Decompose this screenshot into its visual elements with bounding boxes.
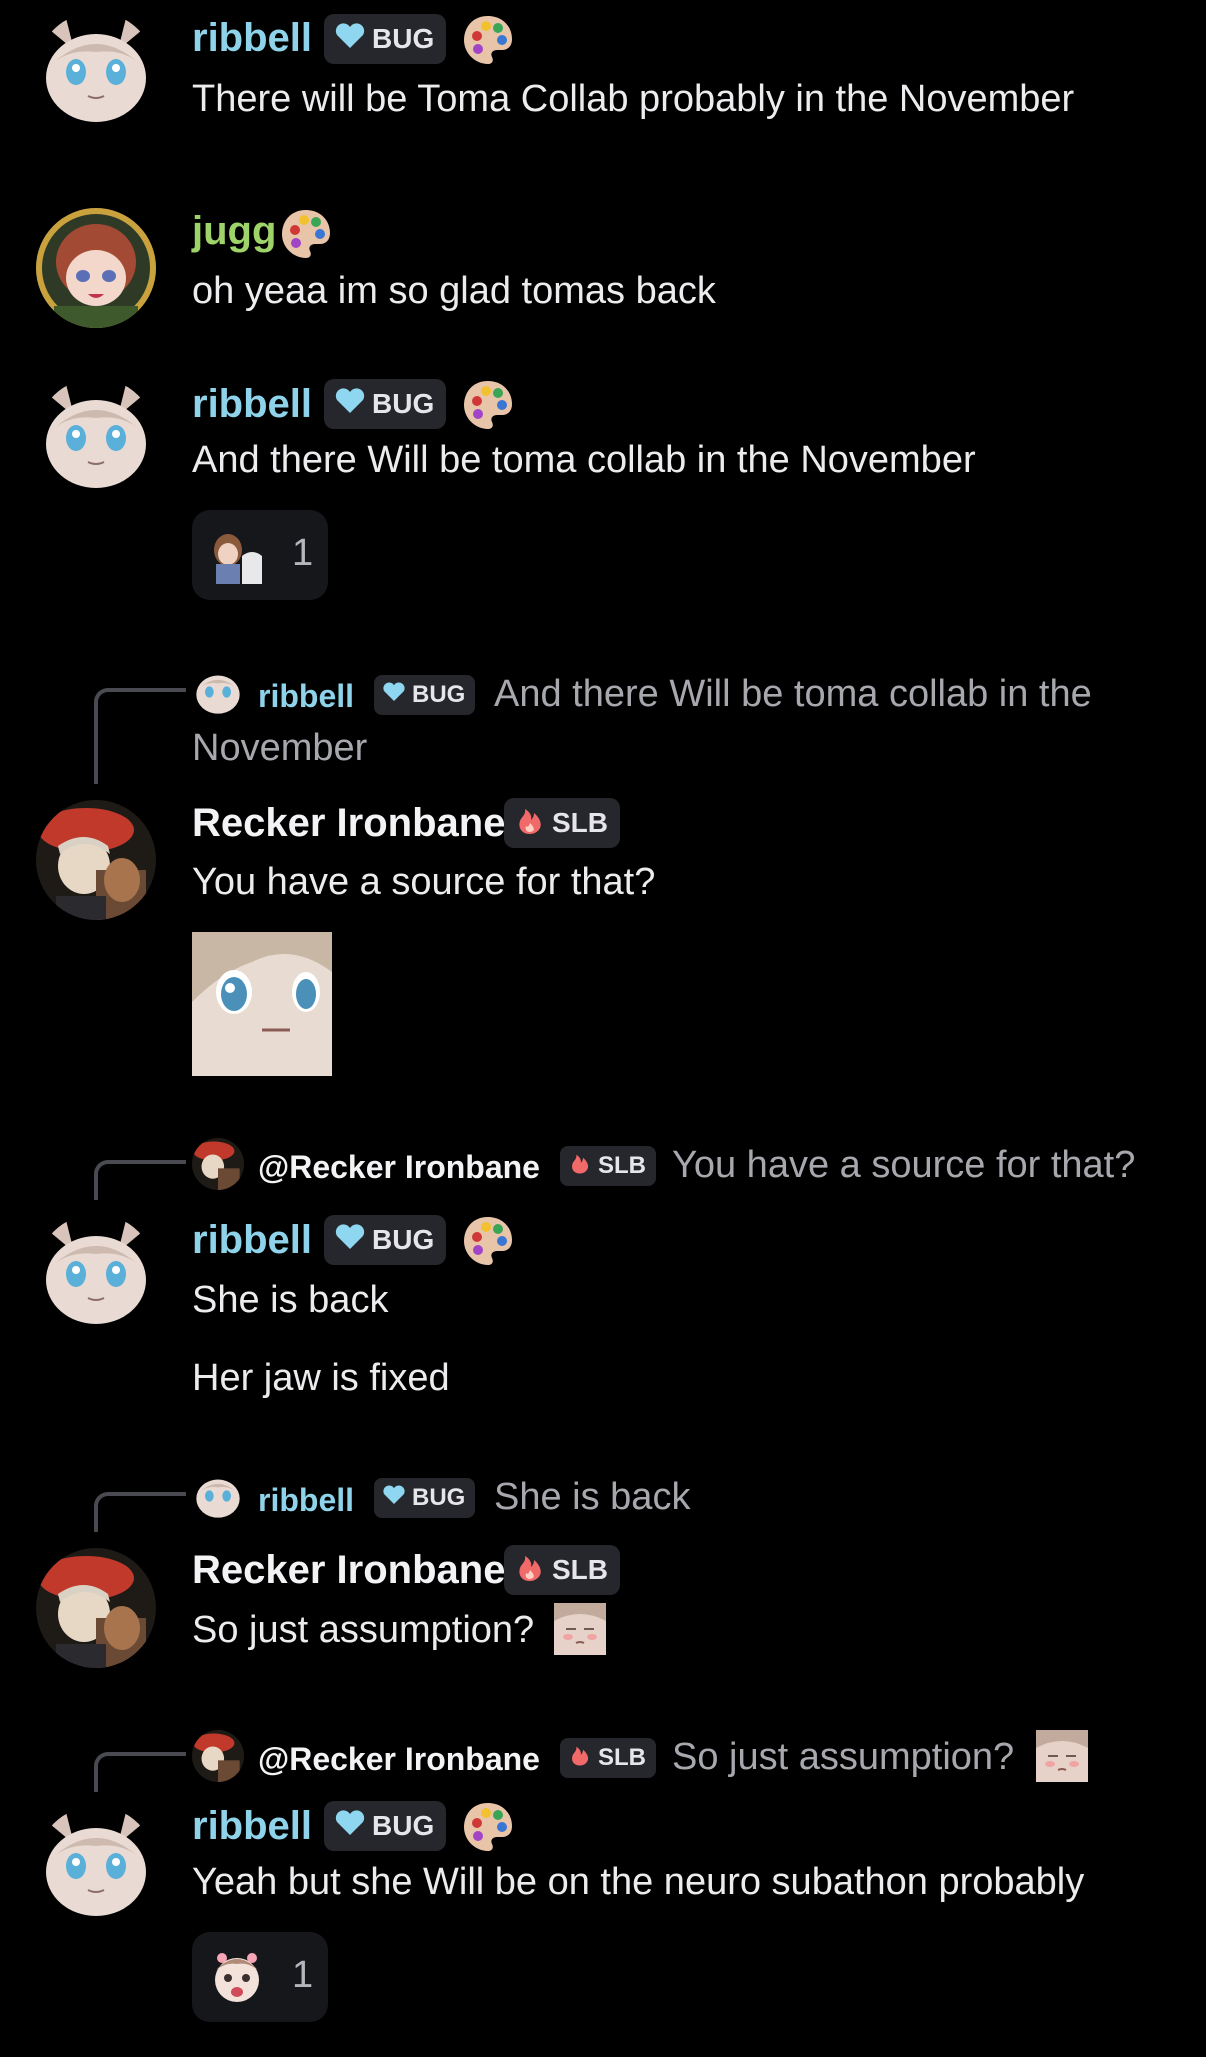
reply-avatar[interactable] (192, 1730, 244, 1782)
emoji-reaction-icon (208, 526, 266, 584)
reply-text[interactable]: You have a source for that? (672, 1141, 1135, 1189)
username[interactable]: ribbell (192, 1802, 312, 1850)
message-text: So just assumption? (192, 1609, 535, 1651)
emoji-reaction-icon (208, 1948, 266, 2006)
message-text: oh yeaa im so glad tomas back (192, 270, 716, 312)
avatar-jugg[interactable] (36, 208, 156, 328)
reply-text[interactable]: And there Will be toma collab in the (494, 670, 1092, 718)
role-tag: BUG (324, 1801, 447, 1851)
palette-icon (464, 381, 512, 429)
reply-role-tag: SLB (560, 1146, 656, 1186)
heart-icon (334, 387, 366, 422)
reply-text[interactable]: She is back (494, 1473, 690, 1521)
message-text: You have a source for that? (192, 861, 656, 903)
username[interactable]: Recker Ironbane (192, 1546, 505, 1594)
fire-icon (514, 1551, 546, 1590)
message-text: Yeah but she Will be on the neuro subath… (192, 1861, 1085, 1903)
heart-icon (334, 1809, 366, 1844)
avatar-ribbell[interactable] (36, 1214, 156, 1334)
reply-connector (94, 1160, 186, 1200)
reply-avatar[interactable] (192, 1470, 244, 1522)
reply-connector (94, 1752, 186, 1792)
reply-avatar[interactable] (192, 666, 244, 718)
heart-icon (334, 22, 366, 57)
role-tag: BUG (324, 14, 447, 64)
reply-username[interactable]: @Recker Ironbane (258, 1739, 540, 1779)
message-text-2: Her jaw is fixed (192, 1357, 450, 1399)
reply-role-tag: BUG (374, 675, 476, 715)
reply-connector (94, 1492, 186, 1532)
reply-text[interactable]: So just assumption? (672, 1733, 1014, 1781)
reply-role-tag: BUG (374, 1478, 476, 1518)
role-tag: BUG (324, 1215, 447, 1265)
avatar-ribbell[interactable] (36, 1806, 156, 1926)
reaction-count: 1 (292, 1954, 314, 1996)
avatar-ribbell[interactable] (36, 378, 156, 498)
palette-icon (464, 1803, 512, 1851)
avatar-ribbell[interactable] (36, 12, 156, 132)
reaction-button[interactable]: 1 (192, 1932, 328, 2022)
message-text: And there Will be toma collab in the Nov… (192, 439, 976, 481)
emote-icon (554, 1603, 606, 1655)
reply-text-continued[interactable]: November (192, 724, 367, 772)
reply-connector (94, 688, 186, 784)
avatar-recker-ironbane[interactable] (36, 1548, 156, 1668)
username[interactable]: ribbell (192, 380, 312, 428)
role-tag: BUG (324, 379, 447, 429)
reply-username[interactable]: ribbell (258, 1480, 354, 1520)
message-text: She is back (192, 1279, 389, 1321)
reaction-count: 1 (292, 532, 314, 574)
palette-icon (282, 210, 330, 258)
username[interactable]: jugg (192, 207, 276, 255)
heart-icon (382, 681, 406, 710)
reply-username[interactable]: @Recker Ironbane (258, 1147, 540, 1187)
fire-icon (568, 1743, 592, 1774)
palette-icon (464, 16, 512, 64)
reply-username[interactable]: ribbell (258, 676, 354, 716)
reply-avatar[interactable] (192, 1138, 244, 1190)
username[interactable]: ribbell (192, 1216, 312, 1264)
role-tag: SLB (504, 798, 620, 848)
emote-icon (1036, 1730, 1088, 1782)
reaction-button[interactable]: 1 (192, 510, 328, 600)
username[interactable]: ribbell (192, 14, 312, 62)
message-text: There will be Toma Collab probably in th… (192, 78, 1075, 120)
heart-icon (382, 1484, 406, 1513)
role-tag: SLB (504, 1545, 620, 1595)
sticker-image[interactable] (192, 932, 332, 1076)
avatar-recker-ironbane[interactable] (36, 800, 156, 920)
username[interactable]: Recker Ironbane (192, 799, 505, 847)
fire-icon (568, 1151, 592, 1182)
heart-icon (334, 1223, 366, 1258)
palette-icon (464, 1217, 512, 1265)
fire-icon (514, 804, 546, 843)
reply-role-tag: SLB (560, 1738, 656, 1778)
